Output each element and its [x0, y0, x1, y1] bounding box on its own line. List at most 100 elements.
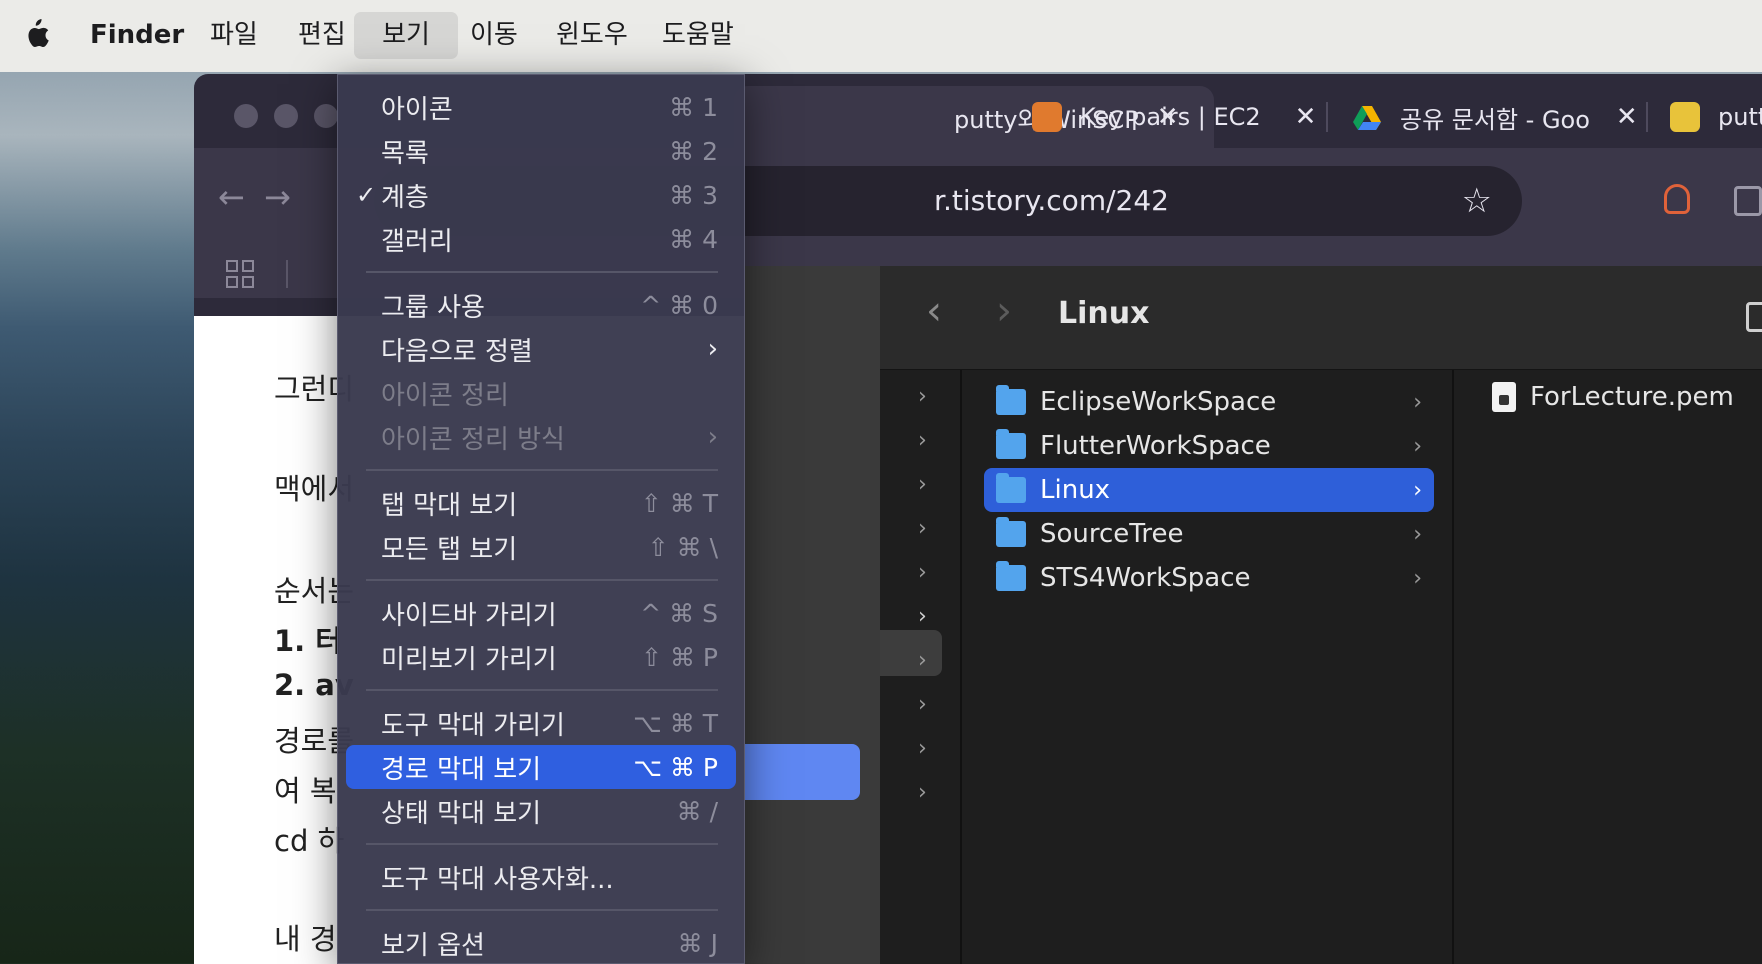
- menu-view[interactable]: 보기: [354, 12, 458, 59]
- menu-separator: [366, 689, 718, 691]
- sidebar-toggle-icon[interactable]: [1746, 302, 1762, 332]
- menu-item-label: 도구 막대 사용자화...: [381, 864, 614, 895]
- menu-item-hide-toolbar[interactable]: 도구 막대 가리기 ⌥ ⌘ T: [346, 701, 736, 745]
- folder-row[interactable]: EclipseWorkSpace ›: [984, 380, 1434, 424]
- submenu-chevron-icon: ›: [707, 334, 718, 364]
- chevron-right-icon[interactable]: ›: [918, 516, 927, 541]
- chevron-right-icon[interactable]: ›: [918, 428, 927, 453]
- finder-sidebar-fragment: [745, 266, 880, 964]
- minimize-window-button[interactable]: [274, 104, 298, 128]
- menu-item-label: 미리보기 가리기: [381, 644, 557, 675]
- folder-icon: [996, 561, 1026, 591]
- menu-item-label: 그룹 사용: [381, 292, 485, 323]
- menu-item-show-tab-bar[interactable]: 탭 막대 보기 ⇧ ⌘ T: [346, 481, 736, 525]
- menu-item-label: 모든 탭 보기: [381, 534, 518, 565]
- chevron-right-icon[interactable]: ›: [918, 780, 927, 805]
- folder-icon: [996, 517, 1026, 547]
- view-menu-dropdown: 아이콘 ⌘ 1 목록 ⌘ 2 ✓ 계층 ⌘ 3 갤러리 ⌘ 4 그룹 사용 ^ ⌘ 0 다음…: [337, 74, 745, 964]
- folder-row[interactable]: SourceTree ›: [984, 512, 1434, 556]
- chevron-right-icon[interactable]: ›: [918, 736, 927, 761]
- menu-item-label: 경로 막대 보기: [381, 754, 542, 785]
- folder-name: SourceTree: [1040, 519, 1184, 549]
- folder-name: STS4WorkSpace: [1040, 563, 1251, 593]
- menu-item-sort-by[interactable]: 다음으로 정렬 ›: [346, 327, 736, 371]
- file-row[interactable]: ForLecture.pem: [1492, 382, 1734, 412]
- menu-bar: Finder 파일 편집 보기 이동 윈도우 도움말: [0, 0, 1762, 72]
- shortcut: ⇧ ⌘ \: [647, 532, 718, 562]
- tab-title: Key pairs | EC2: [1080, 103, 1261, 131]
- menu-item-customize-toolbar[interactable]: 도구 막대 사용자화...: [346, 855, 736, 899]
- folder-icon: [996, 429, 1026, 459]
- menu-item-label: 갤러리: [381, 226, 453, 257]
- menu-item-gallery[interactable]: 갤러리 ⌘ 4: [346, 217, 736, 261]
- tab-key-pairs[interactable]: Key pairs | EC2 ✕: [1032, 86, 1332, 148]
- apps-grid-icon[interactable]: [226, 260, 254, 288]
- shortcut: ⌘ 2: [669, 136, 718, 166]
- menu-item-hide-sidebar[interactable]: 사이드바 가리기 ^ ⌘ S: [346, 591, 736, 635]
- shortcut: ^ ⌘ 0: [640, 290, 718, 320]
- chevron-right-icon[interactable]: ›: [918, 648, 927, 673]
- close-window-button[interactable]: [234, 104, 258, 128]
- chevron-right-icon[interactable]: ›: [918, 560, 927, 585]
- menu-item-label: 사이드바 가리기: [381, 600, 557, 631]
- folder-row-selected[interactable]: Linux ›: [984, 468, 1434, 512]
- finder-column-folders: EclipseWorkSpace › FlutterWorkSpace › Li…: [964, 370, 1454, 964]
- menu-go[interactable]: 이동: [456, 12, 532, 59]
- folder-row[interactable]: FlutterWorkSpace ›: [984, 424, 1434, 468]
- shortcut: ⇧ ⌘ P: [641, 642, 718, 672]
- extension-icon[interactable]: [1664, 184, 1690, 214]
- tab-putty-2[interactable]: putt: [1670, 86, 1762, 148]
- menu-item-list[interactable]: 목록 ⌘ 2: [346, 129, 736, 173]
- tab-title: 공유 문서함 - Goo: [1400, 105, 1590, 134]
- apple-icon[interactable]: [22, 17, 50, 51]
- tab-google-drive[interactable]: 공유 문서함 - Goo ✕: [1352, 86, 1652, 148]
- back-arrow-icon[interactable]: ←: [218, 178, 245, 216]
- chevron-right-icon[interactable]: ›: [918, 692, 927, 717]
- menu-help[interactable]: 도움말: [648, 12, 748, 59]
- checkmark-icon: ✓: [356, 181, 377, 209]
- forward-arrow-icon[interactable]: →: [264, 178, 291, 216]
- back-chevron-icon[interactable]: ‹: [926, 288, 942, 334]
- forward-chevron-icon[interactable]: ›: [996, 288, 1012, 334]
- bookmark-star-icon[interactable]: ☆: [1462, 166, 1492, 236]
- menu-separator: [366, 469, 718, 471]
- menu-separator: [366, 579, 718, 581]
- menu-finder[interactable]: Finder: [76, 12, 198, 59]
- close-icon[interactable]: ✕: [1616, 102, 1638, 132]
- puzzle-icon[interactable]: [1734, 186, 1762, 216]
- menu-item-label: 아이콘: [381, 94, 453, 125]
- menu-item-use-groups[interactable]: 그룹 사용 ^ ⌘ 0: [346, 283, 736, 327]
- page-line: 여 복: [274, 774, 337, 808]
- chevron-right-icon[interactable]: ›: [918, 604, 927, 629]
- menu-separator: [366, 843, 718, 845]
- menu-window[interactable]: 윈도우: [542, 12, 642, 59]
- chevron-right-icon[interactable]: ›: [918, 384, 927, 409]
- shortcut: ⌘ 4: [669, 224, 718, 254]
- document-icon: [1492, 382, 1516, 412]
- close-icon[interactable]: ✕: [1295, 102, 1317, 132]
- folder-row[interactable]: STS4WorkSpace ›: [984, 556, 1434, 600]
- menu-separator: [366, 271, 718, 273]
- menu-item-show-status-bar[interactable]: 상태 막대 보기 ⌘ /: [346, 789, 736, 833]
- menu-item-label: 도구 막대 가리기: [381, 710, 565, 741]
- menu-item-columns[interactable]: ✓ 계층 ⌘ 3: [346, 173, 736, 217]
- menu-item-hide-preview[interactable]: 미리보기 가리기 ⇧ ⌘ P: [346, 635, 736, 679]
- folder-icon: [996, 473, 1026, 503]
- menu-item-icons[interactable]: 아이콘 ⌘ 1: [346, 85, 736, 129]
- finder-toolbar: ‹ › Linux: [880, 266, 1762, 370]
- menu-item-clean-up-by: 아이콘 정리 방식 ›: [346, 415, 736, 459]
- url-text: r.tistory.com/242: [934, 184, 1169, 217]
- menu-item-label: 아이콘 정리: [381, 380, 509, 411]
- finder-column-parent: › › › › › › › › › ›: [880, 370, 962, 964]
- folder-name: Linux: [1040, 475, 1111, 505]
- menu-file[interactable]: 파일: [196, 12, 272, 59]
- zoom-window-button[interactable]: [314, 104, 338, 128]
- menu-item-show-path-bar[interactable]: 경로 막대 보기 ⌥ ⌘ P: [346, 745, 736, 789]
- menu-edit[interactable]: 편집: [284, 12, 360, 59]
- chevron-right-icon[interactable]: ›: [918, 472, 927, 497]
- shortcut: ⌘ /: [676, 796, 718, 826]
- menu-item-view-options[interactable]: 보기 옵션 ⌘ J: [346, 921, 736, 964]
- chevron-right-icon: ›: [1413, 565, 1422, 591]
- menu-item-show-all-tabs[interactable]: 모든 탭 보기 ⇧ ⌘ \: [346, 525, 736, 569]
- menu-item-label: 목록: [381, 138, 429, 169]
